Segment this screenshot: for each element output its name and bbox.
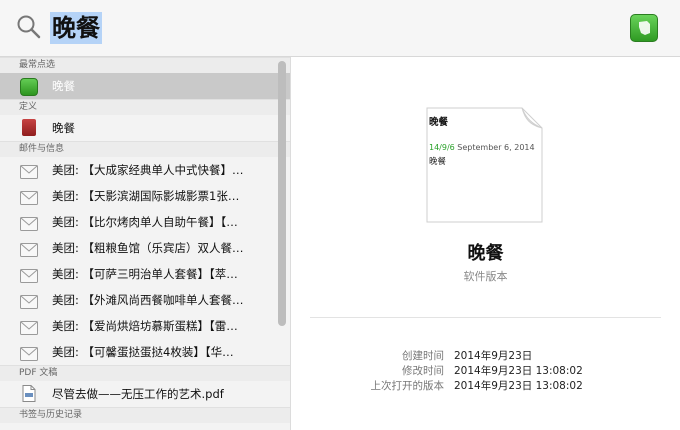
doc-date-short: 14/9/6: [429, 143, 455, 152]
result-label: 美团: 【大成家经典单人中式快餐】…: [52, 163, 244, 177]
meta-value: 2014年9月23日 13:08:02: [454, 365, 583, 377]
spotlight-search-bar: 晚餐: [0, 0, 680, 57]
search-icon: [17, 15, 41, 39]
envelope-icon: [20, 243, 38, 257]
results-list: 最常点选 晚餐 定义 晚餐 邮件与信息 美团: 【大成家经典单人中式快餐】… 美团…: [0, 57, 290, 430]
envelope-icon: [20, 321, 38, 335]
result-mail-item[interactable]: 美团: 【大成家经典单人中式快餐】…: [0, 157, 290, 183]
section-header-bookmarks: 书签与历史记录: [0, 407, 290, 423]
result-mail-item[interactable]: 美团: 【可馨蛋挞蛋挞4枚装】【华…: [0, 339, 290, 365]
section-header-pdf: PDF 文稿: [0, 365, 290, 381]
search-input[interactable]: 晚餐: [50, 12, 102, 44]
meta-value: 2014年9月23日 13:08:02: [454, 380, 583, 392]
result-mail-item[interactable]: 美团: 【爱尚烘焙坊慕斯蛋糕】【雷…: [0, 313, 290, 339]
result-mail-item[interactable]: 美团: 【粗粮鱼馆（乐宾店）双人餐…: [0, 235, 290, 261]
result-label: 美团: 【比尔烤肉单人自助午餐】【…: [52, 215, 238, 229]
section-header-top-hit: 最常点选: [0, 57, 290, 73]
metadata-list: 创建时间 2014年9月23日 修改时间 2014年9月23日 13:08:02…: [291, 349, 680, 394]
result-label: 美团: 【爱尚烘焙坊慕斯蛋糕】【雷…: [52, 319, 238, 333]
envelope-icon: [20, 269, 38, 283]
meta-created: 创建时间 2014年9月23日: [291, 349, 680, 364]
result-mail-item[interactable]: 美团: 【外滩风尚西餐咖啡单人套餐…: [0, 287, 290, 313]
evernote-icon: [20, 78, 38, 96]
meta-key: 创建时间: [402, 350, 444, 362]
meta-modified: 修改时间 2014年9月23日 13:08:02: [291, 364, 680, 379]
preview-title: 晚餐: [467, 243, 504, 264]
result-label: 晚餐: [52, 121, 75, 135]
section-header-definition: 定义: [0, 99, 290, 115]
pdf-icon: [22, 385, 36, 402]
result-label: 美团: 【可馨蛋挞蛋挞4枚装】【华…: [52, 345, 234, 359]
meta-key: 修改时间: [402, 365, 444, 377]
doc-preview-title: 晚餐: [429, 117, 449, 128]
result-mail-item[interactable]: 美团: 【天影滨湖国际影城影票1张…: [0, 183, 290, 209]
evernote-icon: [630, 14, 658, 42]
meta-key: 上次打开的版本: [370, 380, 445, 392]
envelope-icon: [20, 191, 38, 205]
envelope-icon: [20, 165, 38, 179]
result-label: 美团: 【可萨三明治单人套餐】【萃…: [52, 267, 238, 281]
result-definition[interactable]: 晚餐: [0, 115, 290, 141]
result-top-hit[interactable]: 晚餐: [0, 73, 290, 99]
doc-preview-date: 14/9/6 September 6, 2014: [429, 143, 535, 152]
result-label: 尽管去做——无压工作的艺术.pdf: [52, 387, 224, 401]
envelope-icon: [20, 217, 38, 231]
doc-preview-body: 晚餐: [429, 157, 447, 167]
result-pdf[interactable]: 尽管去做——无压工作的艺术.pdf: [0, 381, 290, 407]
preview-subtitle: 软件版本: [463, 270, 508, 283]
meta-last-opened: 上次打开的版本 2014年9月23日 13:08:02: [291, 379, 680, 394]
result-label: 晚餐: [52, 79, 75, 93]
result-label: 美团: 【天影滨湖国际影城影票1张…: [52, 189, 240, 203]
result-mail-item[interactable]: 美团: 【可萨三明治单人套餐】【萃…: [0, 261, 290, 287]
mail-results: 美团: 【大成家经典单人中式快餐】… 美团: 【天影滨湖国际影城影票1张… 美团: …: [0, 157, 290, 365]
result-mail-item[interactable]: 美团: 【比尔烤肉单人自助午餐】【…: [0, 209, 290, 235]
section-header-mail: 邮件与信息: [0, 141, 290, 157]
dictionary-icon: [22, 119, 36, 136]
doc-date-long: September 6, 2014: [457, 143, 535, 152]
envelope-icon: [20, 347, 38, 361]
results-scrollbar[interactable]: [278, 61, 286, 326]
preview-pane: 晚餐 14/9/6 September 6, 2014 晚餐 晚餐 软件版本 创…: [291, 57, 680, 430]
envelope-icon: [20, 295, 38, 309]
result-label: 美团: 【外滩风尚西餐咖啡单人套餐…: [52, 293, 244, 307]
result-label: 美团: 【粗粮鱼馆（乐宾店）双人餐…: [52, 241, 244, 255]
preview-divider: [310, 317, 661, 318]
meta-value: 2014年9月23日: [454, 350, 533, 362]
